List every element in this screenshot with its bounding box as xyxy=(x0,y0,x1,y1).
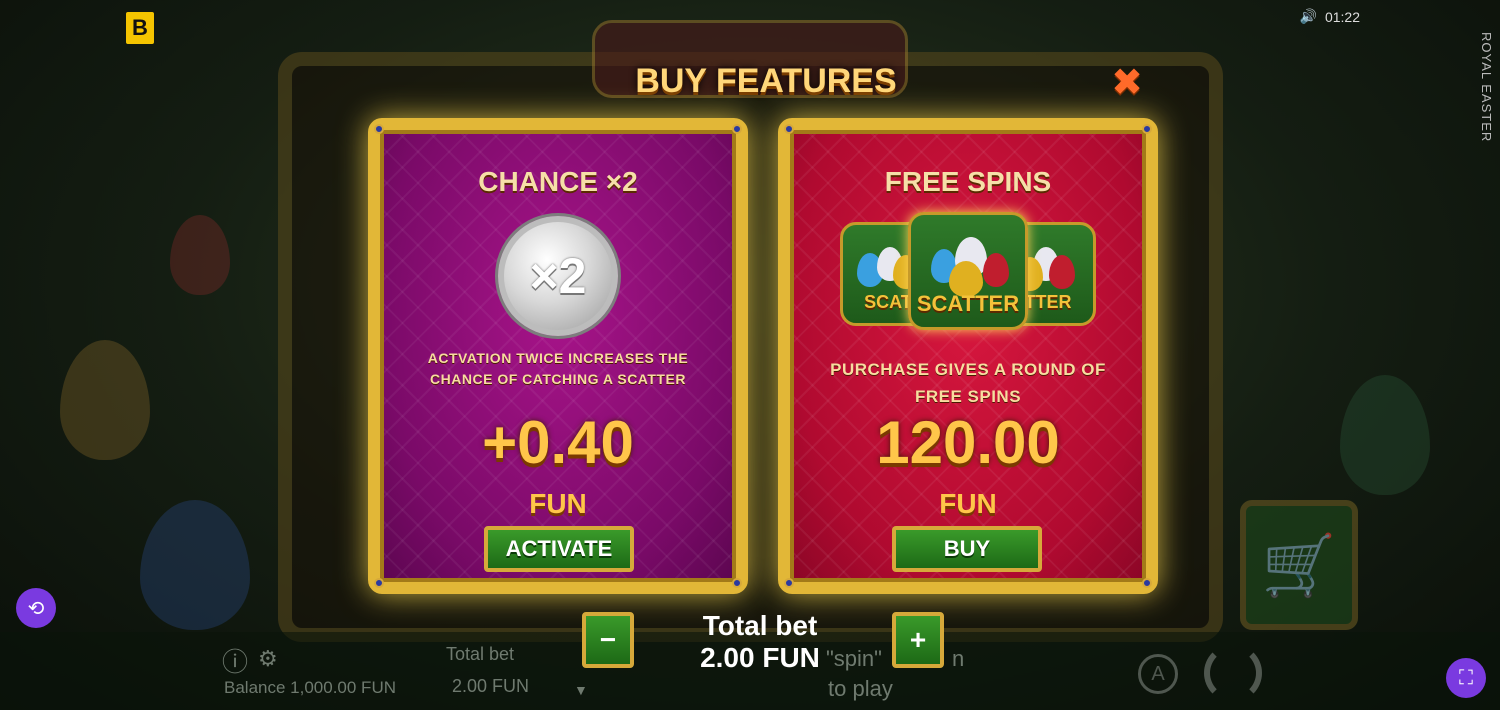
spin-hint: to play xyxy=(828,676,893,701)
clock-time: 01:22 xyxy=(1324,8,1360,25)
card-title: CHANCE ×2 xyxy=(478,166,638,197)
scatter-label: SCATTER xyxy=(916,291,1020,316)
card-price: 120.00 xyxy=(876,409,1060,476)
feature-card-chance: CHANCE ×2 ×2 ACTVATION TWICE INCREASES T… xyxy=(368,118,748,594)
chevron-down-icon: ▼ xyxy=(574,682,588,698)
total-bet: Total bet 2.00 FUN xyxy=(660,610,860,674)
status-bar: 🔊 01:22 xyxy=(1300,8,1360,25)
corner-gem xyxy=(732,578,742,588)
corner-gem xyxy=(732,124,742,134)
bet-decrease-button[interactable]: − xyxy=(582,612,634,668)
bet-increase-button[interactable]: + xyxy=(892,612,944,668)
spin-hint: n xyxy=(952,646,965,671)
card-currency: FUN xyxy=(529,488,587,519)
info-icon[interactable]: ⓘ xyxy=(222,642,248,679)
decor-egg xyxy=(140,500,250,630)
scatter-symbols: SCAT TTER SCATTER xyxy=(840,212,1096,336)
autoplay-icon[interactable]: A xyxy=(1138,654,1178,694)
card-title: FREE SPINS xyxy=(884,166,1052,197)
bottom-total-bet-label: Total bet xyxy=(446,644,515,664)
card-description: ACTVATION TWICE INCREASES THE CHANCE OF … xyxy=(427,350,689,387)
total-bet-label: Total bet xyxy=(702,610,818,641)
corner-gem xyxy=(1142,578,1152,588)
corner-gem xyxy=(784,578,794,588)
card-currency: FUN xyxy=(939,488,997,519)
dialog-title: BUY FEATURES xyxy=(635,62,897,100)
bottom-total-bet-value: 2.00 FUN xyxy=(452,676,530,696)
scatter-basket-icon: SCATTER xyxy=(908,212,1028,330)
balance-text: Balance 1,000.00 FUN xyxy=(224,678,396,697)
spin-icon[interactable] xyxy=(1204,644,1262,702)
fullscreen-icon[interactable]: ⛶ xyxy=(1446,658,1486,698)
buy-button[interactable]: BUY xyxy=(892,526,1042,572)
close-icon[interactable]: ✖ xyxy=(1110,64,1144,102)
card-price: +0.40 xyxy=(482,409,634,476)
corner-gem xyxy=(1142,124,1152,134)
corner-gem xyxy=(374,578,384,588)
corner-gem xyxy=(374,124,384,134)
multiplier-coin-icon: ×2 xyxy=(498,216,618,336)
corner-gem xyxy=(784,124,794,134)
decor-egg xyxy=(170,215,230,295)
card-description: PURCHASE GIVES A ROUND OF FREE SPINS xyxy=(830,360,1106,406)
speaker-icon[interactable]: 🔊 xyxy=(1300,8,1317,25)
gear-icon[interactable]: ⚙ xyxy=(258,646,278,672)
activate-button[interactable]: ACTIVATE xyxy=(484,526,634,572)
feature-card-free-spins: FREE SPINS SCAT TTER SCATTER PURCHASE GI… xyxy=(778,118,1158,594)
decor-egg xyxy=(60,340,150,460)
cart-icon: 🛒 xyxy=(1240,500,1358,630)
decor-egg xyxy=(1340,375,1430,495)
brand-logo: B xyxy=(126,12,154,44)
history-icon[interactable]: ⟲ xyxy=(16,588,56,628)
total-bet-value: 2.00 FUN xyxy=(700,642,820,673)
